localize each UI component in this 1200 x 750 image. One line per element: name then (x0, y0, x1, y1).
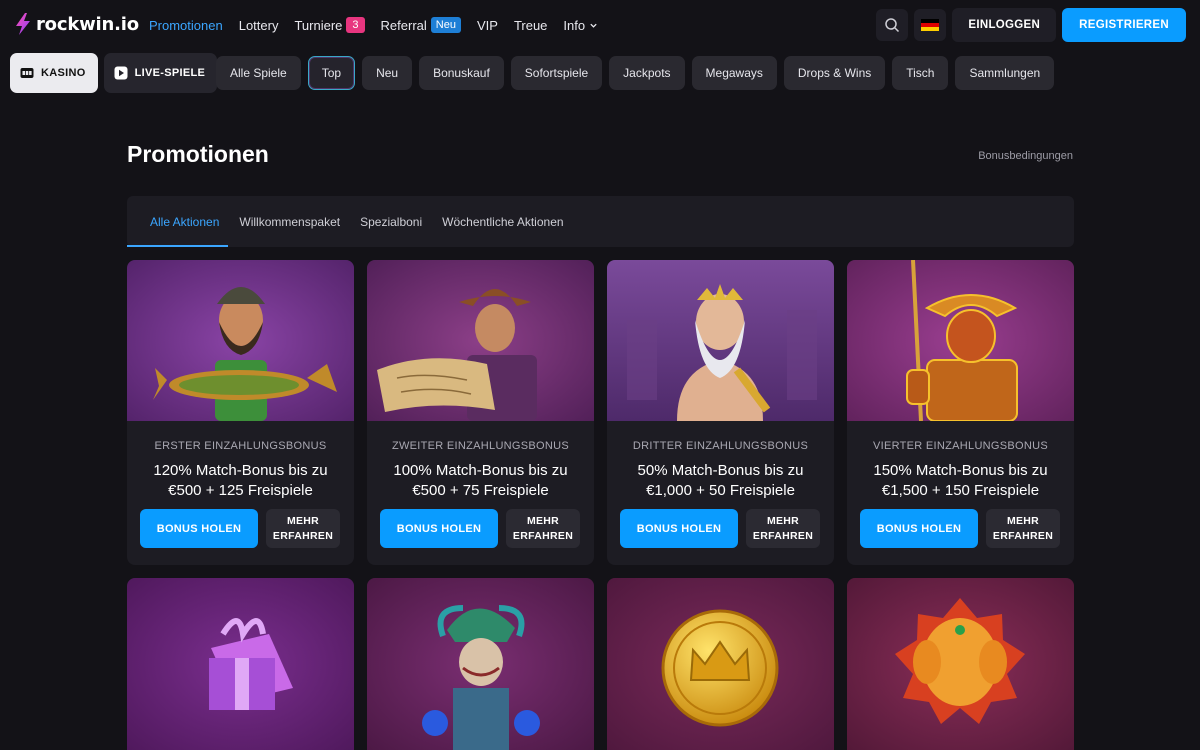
promotion-title: 100% Match-Bonus bis zu €500 + 75 Freisp… (393, 462, 568, 499)
play-icon (114, 66, 128, 80)
promotion-card: DRITTER EINZAHLUNGSBONUS 50% Match-Bonus… (607, 260, 834, 565)
promotion-label: VIERTER EINZAHLUNGSBONUS (872, 440, 1049, 452)
nav-label: Lottery (238, 17, 279, 33)
mode-kasino[interactable]: KASINO (10, 53, 98, 93)
promotion-card (847, 578, 1074, 750)
promotion-tabs: Alle Aktionen Willkommenspaket Spezialbo… (126, 196, 1074, 247)
promotion-card: ERSTER EINZAHLUNGSBONUS 120% Match-Bonus… (127, 260, 354, 565)
category-bonuskauf[interactable]: Bonuskauf (419, 56, 504, 90)
category-alle-spiele[interactable]: Alle Spiele (216, 56, 301, 90)
promotion-label: ZWEITER EINZAHLUNGSBONUS (391, 440, 570, 452)
new-badge: Neu (430, 17, 461, 33)
golden-fisherman-art (847, 260, 1074, 421)
learn-more-button[interactable]: MEHR ERFAHREN (266, 509, 340, 548)
nav-vip[interactable]: VIP (477, 18, 498, 33)
category-sofortspiele[interactable]: Sofortspiele (510, 56, 603, 90)
jester-art (367, 578, 594, 750)
category-top[interactable]: Top (307, 56, 356, 90)
gold-coin-art (607, 578, 834, 750)
claim-bonus-button[interactable]: BONUS HOLEN (620, 509, 738, 548)
top-bar: rockwin.io Promotionen Lottery Turniere 3… (0, 0, 1200, 50)
login-button[interactable]: EINLOGGEN (952, 8, 1057, 42)
promotion-title: 50% Match-Bonus bis zu €1,000 + 50 Freis… (637, 462, 804, 499)
search-button[interactable] (876, 9, 909, 41)
search-icon (885, 18, 900, 33)
nav-label: Treue (513, 17, 548, 33)
category-megaways[interactable]: Megaways (691, 56, 777, 90)
claim-bonus-button[interactable]: BONUS HOLEN (860, 509, 978, 548)
tab-willkommenspaket[interactable]: Willkommenspaket (239, 196, 340, 247)
explorer-art (367, 260, 594, 421)
category-sammlungen[interactable]: Sammlungen (955, 56, 1055, 90)
zeus-art (607, 260, 834, 421)
fisherman-art (127, 260, 354, 421)
nav-referral[interactable]: Referral Neu (381, 17, 461, 33)
promotion-label: ERSTER EINZAHLUNGSBONUS (154, 440, 327, 452)
logo-text: rockwin.io (36, 13, 139, 35)
tab-spezialboni[interactable]: Spezialboni (360, 196, 422, 247)
golden-elephant-art (847, 578, 1074, 750)
chevron-down-icon (590, 23, 597, 28)
nav-info[interactable]: Info (563, 18, 598, 33)
nav-lottery[interactable]: Lottery (239, 18, 279, 33)
tab-alle-aktionen[interactable]: Alle Aktionen (126, 196, 229, 247)
promotion-title: 120% Match-Bonus bis zu €500 + 125 Freis… (153, 462, 328, 499)
nav-label: VIP (476, 17, 498, 33)
category-drops-wins[interactable]: Drops & Wins (783, 56, 886, 90)
language-button[interactable] (914, 9, 947, 41)
mode-live-spiele[interactable]: LIVE-SPIELE (103, 53, 218, 93)
turniere-count-badge: 3 (346, 17, 365, 33)
claim-bonus-button[interactable]: BONUS HOLEN (140, 509, 258, 548)
mode-switch: KASINO LIVE-SPIELE (10, 53, 218, 93)
slot-machine-icon (20, 68, 34, 78)
promotion-card: ZWEITER EINZAHLUNGSBONUS 100% Match-Bonu… (367, 260, 594, 565)
main-nav: Promotionen Lottery Turniere 3 Referral Ne… (149, 0, 614, 50)
category-jackpots[interactable]: Jackpots (609, 56, 685, 90)
header-actions: EINLOGGEN REGISTRIEREN (876, 8, 1186, 42)
nav-label: Referral (380, 17, 427, 33)
promotion-title: 150% Match-Bonus bis zu €1,500 + 150 Fre… (873, 462, 1048, 499)
gift-box-art (127, 578, 354, 750)
tab-woechentliche-aktionen[interactable]: Wöchentliche Aktionen (442, 196, 563, 247)
category-tisch[interactable]: Tisch (892, 56, 949, 90)
bonus-terms-link[interactable]: Bonusbedingungen (978, 150, 1073, 162)
promotion-card (367, 578, 594, 750)
mode-label: KASINO (41, 67, 86, 79)
learn-more-button[interactable]: MEHR ERFAHREN (506, 509, 580, 548)
mode-label: LIVE-SPIELE (134, 67, 206, 79)
category-neu[interactable]: Neu (362, 56, 413, 90)
learn-more-button[interactable]: MEHR ERFAHREN (986, 509, 1060, 548)
promotion-card (127, 578, 354, 750)
nav-turniere[interactable]: Turniere 3 (294, 17, 365, 33)
promotion-card: VIERTER EINZAHLUNGSBONUS 150% Match-Bonu… (847, 260, 1074, 565)
nav-treue[interactable]: Treue (514, 18, 547, 33)
promotion-card (607, 578, 834, 750)
category-bar: Alle Spiele Top Neu Bonuskauf Sofortspie… (216, 56, 1055, 90)
learn-more-button[interactable]: MEHR ERFAHREN (746, 509, 820, 548)
lightning-icon (16, 13, 30, 35)
nav-label: Promotionen (149, 17, 223, 33)
claim-bonus-button[interactable]: BONUS HOLEN (380, 509, 498, 548)
de-flag-icon (921, 19, 940, 31)
promotion-label: DRITTER EINZAHLUNGSBONUS (632, 440, 809, 452)
logo[interactable]: rockwin.io (14, 12, 139, 36)
register-button[interactable]: REGISTRIEREN (1062, 8, 1186, 42)
page-title: Promotionen (127, 141, 269, 167)
nav-label: Info (563, 17, 586, 33)
nav-promotionen[interactable]: Promotionen (149, 18, 223, 33)
nav-label: Turniere (294, 17, 343, 33)
